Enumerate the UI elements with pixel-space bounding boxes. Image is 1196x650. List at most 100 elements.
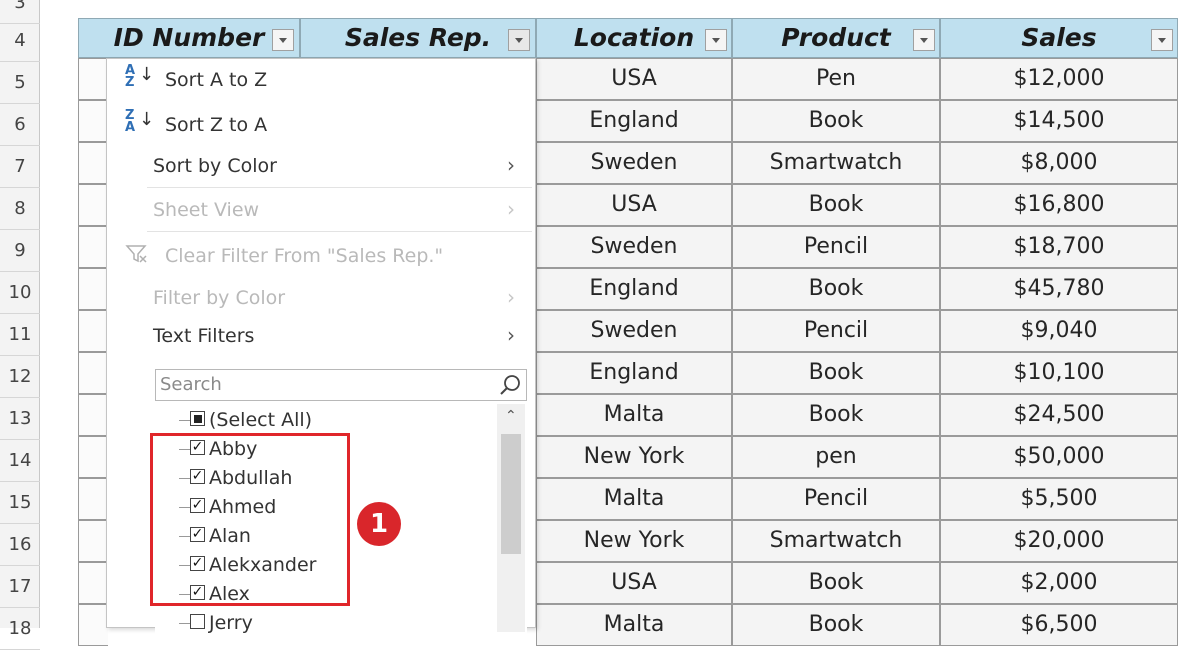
id-cell[interactable] xyxy=(78,142,108,184)
location-cell[interactable]: Sweden xyxy=(536,142,732,184)
product-cell[interactable]: Smartwatch xyxy=(732,142,940,184)
row-number[interactable]: 4 xyxy=(0,20,40,62)
sales-cell[interactable]: $16,800 xyxy=(940,184,1178,226)
location-cell[interactable]: Malta xyxy=(536,478,732,520)
location-cell[interactable]: New York xyxy=(536,520,732,562)
row-number[interactable]: 10 xyxy=(0,272,40,314)
row-number[interactable]: 16 xyxy=(0,524,40,566)
sales-cell[interactable]: $9,040 xyxy=(940,310,1178,352)
header-location[interactable]: Location xyxy=(536,18,732,58)
sales-cell[interactable]: $18,700 xyxy=(940,226,1178,268)
sales-cell[interactable]: $10,100 xyxy=(940,352,1178,394)
location-cell[interactable]: New York xyxy=(536,436,732,478)
location-cell[interactable]: Malta xyxy=(536,394,732,436)
filter-list-item[interactable]: (Select All) xyxy=(190,406,312,434)
location-cell[interactable]: England xyxy=(536,268,732,310)
product-cell[interactable]: Pencil xyxy=(732,226,940,268)
filter-dropdown-icon[interactable] xyxy=(705,29,727,51)
sales-cell[interactable]: $8,000 xyxy=(940,142,1178,184)
row-number[interactable]: 14 xyxy=(0,440,40,482)
product-cell[interactable]: Pencil xyxy=(732,478,940,520)
location-cell[interactable]: USA xyxy=(536,184,732,226)
row-number[interactable]: 8 xyxy=(0,188,40,230)
product-cell[interactable]: Book xyxy=(732,352,940,394)
id-cell[interactable] xyxy=(78,226,108,268)
product-cell[interactable]: Pencil xyxy=(732,310,940,352)
header-sales[interactable]: Sales xyxy=(940,18,1178,58)
scroll-up-icon[interactable]: ⌃ xyxy=(505,408,517,424)
row-number[interactable]: 5 xyxy=(0,62,40,104)
id-cell[interactable] xyxy=(78,436,108,478)
sort-z-to-a[interactable]: Sort Z to A xyxy=(165,114,267,136)
product-cell[interactable]: Book xyxy=(732,394,940,436)
header-id-number[interactable]: ID Number xyxy=(78,18,300,58)
sheet-view[interactable]: Sheet View xyxy=(153,199,259,221)
row-number[interactable]: 7 xyxy=(0,146,40,188)
sort-by-color[interactable]: Sort by Color xyxy=(153,155,277,177)
id-cell[interactable] xyxy=(78,604,108,646)
product-cell[interactable]: Book xyxy=(732,100,940,142)
scrollbar-thumb[interactable] xyxy=(501,434,521,554)
product-cell[interactable]: pen xyxy=(732,436,940,478)
clear-filter[interactable]: Clear Filter From "Sales Rep." xyxy=(165,245,443,267)
location-cell[interactable]: Malta xyxy=(536,604,732,646)
header-label: Sales Rep. xyxy=(344,23,492,52)
row-number[interactable]: 11 xyxy=(0,314,40,356)
id-cell[interactable] xyxy=(78,310,108,352)
product-cell[interactable]: Book xyxy=(732,184,940,226)
id-cell[interactable] xyxy=(78,352,108,394)
sales-cell[interactable]: $12,000 xyxy=(940,58,1178,100)
header-label: ID Number xyxy=(113,23,265,52)
row-number[interactable]: 15 xyxy=(0,482,40,524)
id-cell[interactable] xyxy=(78,394,108,436)
header-product[interactable]: Product xyxy=(732,18,940,58)
row-number[interactable]: 9 xyxy=(0,230,40,272)
location-cell[interactable]: Sweden xyxy=(536,226,732,268)
sales-cell[interactable]: $45,780 xyxy=(940,268,1178,310)
row-number[interactable]: 17 xyxy=(0,566,40,608)
product-cell[interactable]: Book xyxy=(732,562,940,604)
filter-list-item[interactable]: Jerry xyxy=(190,609,253,634)
menu-divider xyxy=(147,187,532,188)
sales-cell[interactable]: $2,000 xyxy=(940,562,1178,604)
filter-dropdown-icon[interactable] xyxy=(508,29,530,51)
id-cell[interactable] xyxy=(78,520,108,562)
id-cell[interactable] xyxy=(78,478,108,520)
id-cell[interactable] xyxy=(78,184,108,226)
id-cell[interactable] xyxy=(78,268,108,310)
sales-cell[interactable]: $20,000 xyxy=(940,520,1178,562)
id-cell[interactable] xyxy=(78,562,108,604)
row-number[interactable]: 13 xyxy=(0,398,40,440)
product-cell[interactable]: Pen xyxy=(732,58,940,100)
checkbox[interactable] xyxy=(190,411,205,426)
filter-dropdown-icon[interactable] xyxy=(1151,29,1173,51)
search-input[interactable]: Search xyxy=(155,369,527,401)
row-number[interactable]: 18 xyxy=(0,608,40,650)
list-scrollbar[interactable]: ⌃ xyxy=(497,404,525,632)
sort-a-to-z[interactable]: Sort A to Z xyxy=(165,69,267,91)
sales-cell[interactable]: $50,000 xyxy=(940,436,1178,478)
location-cell[interactable]: Sweden xyxy=(536,310,732,352)
sales-cell[interactable]: $5,500 xyxy=(940,478,1178,520)
sales-cell[interactable]: $24,500 xyxy=(940,394,1178,436)
sales-cell[interactable]: $14,500 xyxy=(940,100,1178,142)
row-header-column: 3 4 5 6 7 8 9 10 11 12 13 14 15 16 17 18 xyxy=(0,0,40,650)
sales-cell[interactable]: $6,500 xyxy=(940,604,1178,646)
location-cell[interactable]: USA xyxy=(536,58,732,100)
id-cell[interactable] xyxy=(78,100,108,142)
product-cell[interactable]: Smartwatch xyxy=(732,520,940,562)
filter-by-color[interactable]: Filter by Color xyxy=(153,287,285,309)
filter-dropdown-icon[interactable] xyxy=(272,29,294,51)
header-sales-rep[interactable]: Sales Rep. xyxy=(300,18,536,58)
text-filters[interactable]: Text Filters xyxy=(153,325,254,347)
location-cell[interactable]: USA xyxy=(536,562,732,604)
checkbox[interactable] xyxy=(190,614,205,629)
filter-dropdown-icon[interactable] xyxy=(913,29,935,51)
id-cell[interactable] xyxy=(78,58,108,100)
row-number[interactable]: 12 xyxy=(0,356,40,398)
location-cell[interactable]: England xyxy=(536,352,732,394)
product-cell[interactable]: Book xyxy=(732,268,940,310)
row-number[interactable]: 6 xyxy=(0,104,40,146)
location-cell[interactable]: England xyxy=(536,100,732,142)
product-cell[interactable]: Book xyxy=(732,604,940,646)
